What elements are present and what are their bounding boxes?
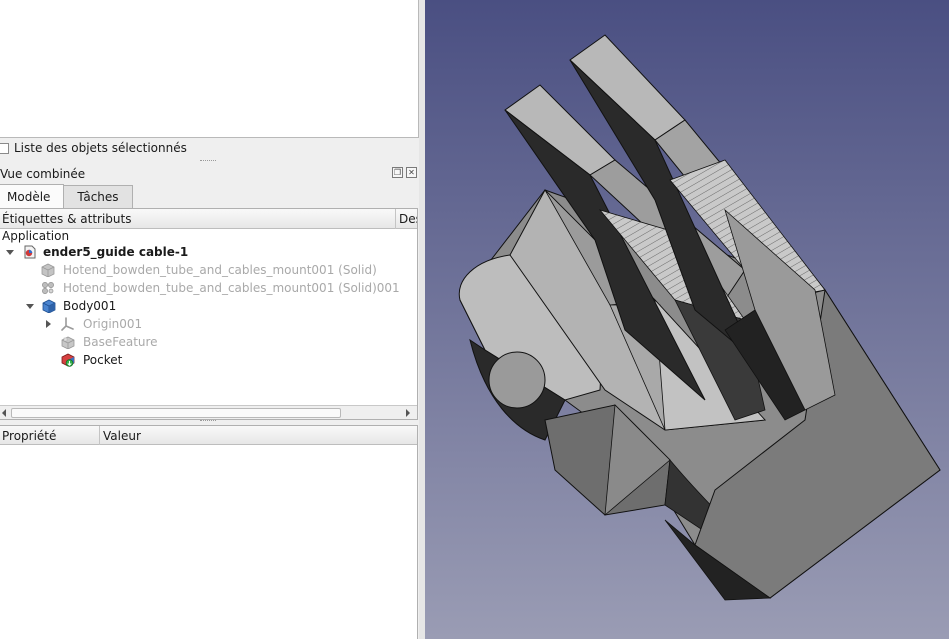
tree-item-label: Body001 [63, 299, 117, 313]
model-tree: Étiquettes & attributs Des Application e… [0, 208, 418, 420]
origin-icon [61, 317, 74, 331]
tree-item-base-feature[interactable]: BaseFeature [0, 333, 417, 351]
3d-viewport[interactable] [425, 0, 949, 639]
document-icon [24, 245, 36, 259]
tree-horizontal-scrollbar[interactable] [0, 405, 417, 419]
header-description[interactable]: Des [396, 209, 417, 229]
pocket-icon [61, 353, 75, 367]
tree-item-label: Hotend_bowden_tube_and_cables_mount001 (… [63, 263, 377, 277]
header-property-text: Propriété [2, 428, 57, 443]
tree-item-label: BaseFeature [83, 335, 158, 349]
header-value[interactable]: Valeur [100, 426, 417, 445]
combo-view-title: Vue combinée [0, 167, 86, 181]
tree-item-pocket[interactable]: Pocket [0, 351, 417, 369]
tree-item-label: Origin001 [83, 317, 143, 331]
selection-list-option[interactable]: Liste des objets sélectionnés [0, 140, 187, 156]
expand-arrow-icon[interactable] [6, 250, 14, 255]
tab-tasks[interactable]: Tâches [63, 185, 133, 208]
tree-item-label: ender5_guide cable-1 [43, 245, 189, 259]
expand-arrow-icon[interactable] [26, 304, 34, 309]
header-labels[interactable]: Étiquettes & attributs [0, 209, 396, 229]
float-panel-icon[interactable]: ❐ [392, 167, 403, 178]
selection-list-checkbox[interactable] [0, 142, 9, 154]
tree-item-label: Hotend_bowden_tube_and_cables_mount001 (… [63, 281, 400, 295]
header-property[interactable]: Propriété [0, 426, 100, 445]
mesh-icon [42, 282, 54, 294]
tree-root-label: Application [2, 229, 70, 243]
splitter-grip[interactable] [200, 420, 216, 423]
tab-model-label: Modèle [7, 189, 51, 204]
combo-tabs: Modèle Tâches [0, 184, 133, 208]
tree-header: Étiquettes & attributs Des [0, 209, 417, 229]
header-value-text: Valeur [103, 428, 141, 443]
freecad-window: Liste des objets sélectionnés Vue combin… [0, 0, 949, 639]
scroll-left-icon[interactable] [2, 409, 6, 417]
body-icon [42, 299, 56, 313]
property-header: Propriété Valeur [0, 426, 417, 445]
3d-model-render[interactable] [425, 0, 949, 639]
tree-item-solid-001[interactable]: Hotend_bowden_tube_and_cables_mount001 (… [0, 279, 417, 297]
base-feature-icon [61, 336, 75, 349]
tab-tasks-label: Tâches [77, 190, 119, 204]
scrollbar-thumb[interactable] [11, 408, 341, 418]
tree-item-origin[interactable]: Origin001 [0, 315, 417, 333]
selection-list-label: Liste des objets sélectionnés [14, 141, 187, 155]
property-view: Propriété Valeur [0, 425, 418, 639]
solid-icon [41, 263, 55, 277]
header-labels-text: Étiquettes & attributs [2, 212, 132, 226]
scroll-right-icon[interactable] [406, 409, 410, 417]
tree-item-label: Pocket [83, 353, 123, 367]
left-panel: Liste des objets sélectionnés Vue combin… [0, 0, 421, 639]
header-description-text: Des [399, 212, 417, 226]
combo-view-titlebar: Vue combinée ❐ ✕ [0, 165, 419, 183]
close-panel-icon[interactable]: ✕ [406, 167, 417, 178]
tree-item-solid[interactable]: Hotend_bowden_tube_and_cables_mount001 (… [0, 261, 417, 279]
tab-model[interactable]: Modèle [0, 184, 65, 208]
tree-item-body[interactable]: Body001 [0, 297, 417, 315]
collapse-arrow-icon[interactable] [46, 320, 51, 328]
tree-item-document[interactable]: ender5_guide cable-1 [0, 243, 417, 261]
selection-view [0, 0, 419, 138]
splitter-grip[interactable] [200, 160, 216, 163]
